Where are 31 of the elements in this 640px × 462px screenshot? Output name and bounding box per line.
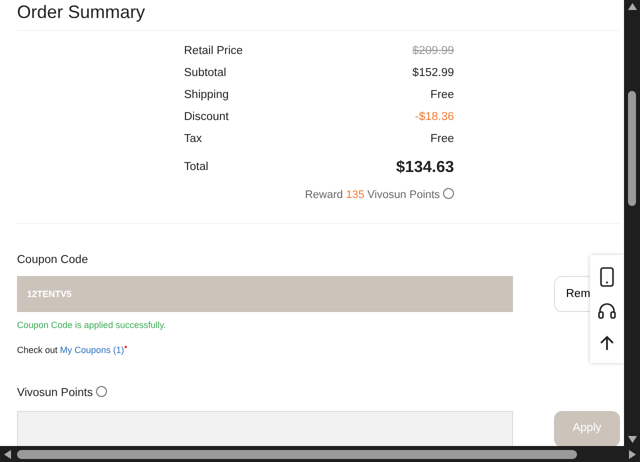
summary-label: Discount [184, 110, 229, 125]
headphones-icon[interactable] [598, 302, 616, 320]
success-message: Coupon Code is applied successfully. [17, 319, 167, 332]
field-label: Vivosun Points [17, 387, 93, 400]
summary-label: Retail Price [184, 44, 243, 59]
arrow-up-icon[interactable] [600, 335, 614, 352]
points-field[interactable] [17, 410, 513, 446]
summary-value: $209.99 [412, 44, 454, 59]
field-label: Coupon Code [17, 253, 89, 268]
summary-label: Tax [184, 132, 202, 147]
coupons-link[interactable]: My Coupons (1) [60, 344, 124, 355]
scroll-down-arrow-icon[interactable] [628, 436, 636, 443]
summary-label: Shipping [184, 88, 229, 103]
section-title: Order Summary [17, 1, 146, 24]
summary-value: $152.99 [412, 66, 454, 81]
notification-dot: • [124, 342, 128, 352]
vertical-scrollbar-thumb[interactable] [628, 90, 636, 206]
reward-text: Reward 135 Vivosun Points [304, 188, 440, 201]
scroll-left-arrow-icon[interactable] [4, 450, 11, 458]
summary-label: Total [184, 160, 208, 175]
horizontal-scrollbar-thumb[interactable] [17, 450, 577, 458]
total-amount: $134.63 [396, 158, 454, 178]
summary-value: Free [430, 88, 454, 103]
scroll-up-arrow-icon[interactable] [628, 3, 636, 10]
phone-icon[interactable] [600, 266, 614, 287]
summary-value: Free [430, 132, 454, 147]
summary-value: -$18.36 [414, 110, 454, 125]
scroll-right-arrow-icon[interactable] [629, 450, 636, 458]
summary-label: Subtotal [184, 66, 226, 81]
remove-button[interactable]: Rem [554, 276, 590, 312]
checkout-text: Check out [17, 344, 58, 355]
